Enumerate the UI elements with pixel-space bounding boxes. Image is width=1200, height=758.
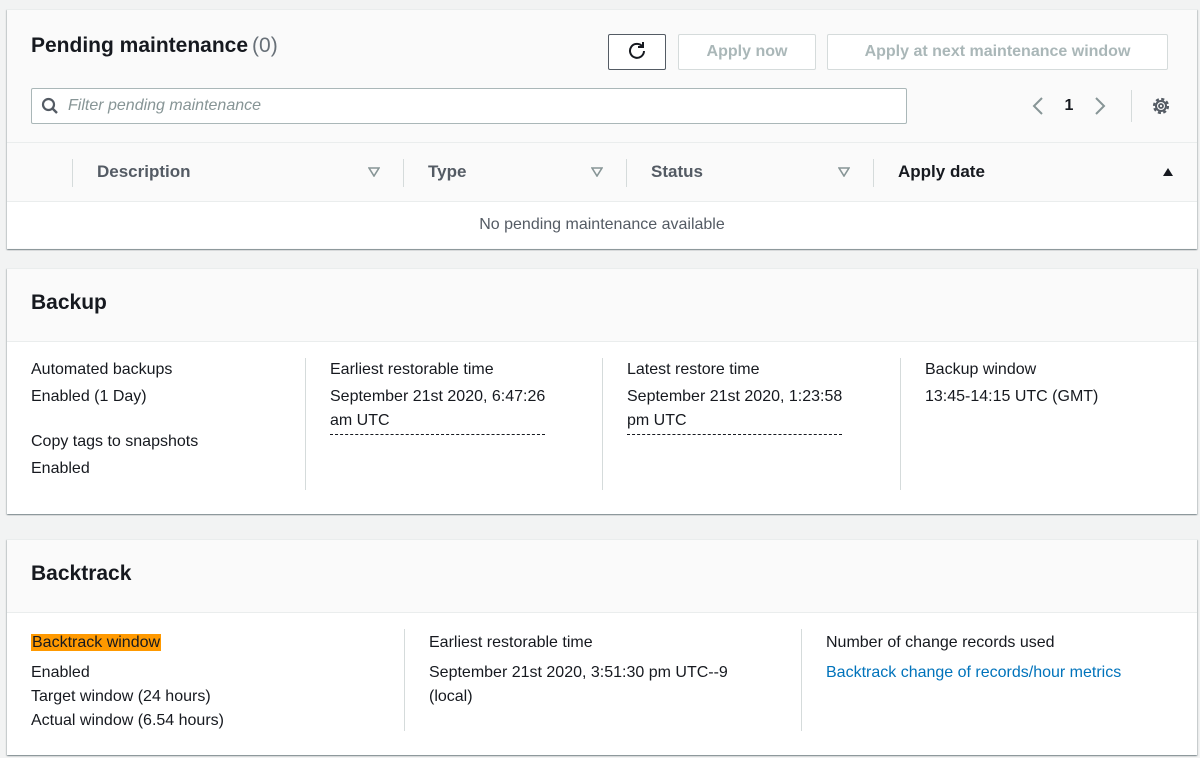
- chevron-left-icon: [1032, 97, 1043, 115]
- column-separator: [404, 629, 405, 731]
- backtrack-earliest-line1: September 21st 2020, 3:51:30 pm UTC--9: [429, 664, 728, 681]
- empty-table-message: No pending maintenance available: [7, 202, 1197, 248]
- backtrack-window-column: Backtrack window Enabled Target window (…: [31, 631, 391, 733]
- table-header: Description Type Status Apply date: [7, 142, 1197, 202]
- backtrack-actual-window: Actual window (6.54 hours): [31, 712, 224, 729]
- change-records-link-wrap: Backtrack change of records/hour metrics: [826, 661, 1186, 685]
- column-separator: [602, 358, 603, 490]
- latest-restore-value: September 21st 2020, 1:23:58 pm UTC: [627, 385, 887, 435]
- column-separator: [72, 159, 73, 187]
- backup-header: Backup: [7, 269, 1197, 342]
- column-header-apply-date[interactable]: Apply date: [898, 143, 985, 201]
- column-separator: [801, 629, 802, 731]
- backup-window-label: Backup window: [925, 361, 1037, 378]
- pending-maintenance-title-text: Pending maintenance: [31, 34, 249, 57]
- previous-page-button[interactable]: [1023, 92, 1053, 120]
- sort-down-icon[interactable]: [589, 163, 605, 181]
- column-separator: [305, 358, 306, 490]
- copy-tags-label: Copy tags to snapshots: [31, 433, 199, 450]
- search-icon: [32, 89, 68, 123]
- backtrack-earliest-line2: (local): [429, 688, 473, 705]
- column-header-status[interactable]: Status: [651, 143, 703, 201]
- column-header-type[interactable]: Type: [428, 143, 466, 201]
- backup-panel: Backup Automated backups Enabled (1 Day)…: [7, 268, 1197, 514]
- backtrack-panel: Backtrack Backtrack window Enabled Targe…: [7, 539, 1197, 755]
- next-page-button[interactable]: [1085, 92, 1115, 120]
- column-separator: [900, 358, 901, 490]
- filter-input[interactable]: [68, 97, 888, 115]
- sort-down-icon[interactable]: [836, 163, 852, 181]
- filter-box: [31, 88, 907, 124]
- pending-maintenance-panel: Pending maintenance (0) Apply now Apply a…: [7, 9, 1197, 249]
- automated-backups-label: Automated backups: [31, 361, 173, 378]
- latest-restore-line2: pm UTC: [627, 412, 687, 429]
- automated-backups-column: Automated backups Enabled (1 Day) Copy t…: [31, 361, 291, 481]
- backtrack-window-label: Backtrack window: [31, 634, 162, 651]
- backtrack-header: Backtrack: [7, 540, 1197, 613]
- copy-tags-value: Enabled: [31, 460, 90, 477]
- current-page[interactable]: 1: [1053, 97, 1085, 115]
- backtrack-window-status: Enabled: [31, 664, 90, 681]
- sort-up-icon[interactable]: [1160, 163, 1176, 181]
- apply-now-button[interactable]: Apply now: [678, 34, 816, 70]
- chevron-right-icon: [1095, 97, 1106, 115]
- column-separator: [626, 159, 627, 187]
- apply-next-window-button[interactable]: Apply at next maintenance window: [827, 34, 1168, 70]
- sort-down-icon[interactable]: [366, 163, 382, 181]
- pending-maintenance-count: (0): [252, 34, 278, 57]
- gear-icon[interactable]: [1149, 94, 1173, 118]
- pending-maintenance-title: Pending maintenance (0): [31, 34, 278, 58]
- backtrack-window-label-wrap: Backtrack window: [31, 631, 391, 655]
- backup-title: Backup: [31, 291, 107, 314]
- refresh-button[interactable]: [608, 34, 666, 70]
- column-header-description[interactable]: Description: [97, 143, 191, 201]
- earliest-restorable-label: Earliest restorable time: [330, 361, 494, 378]
- backup-window-value: 13:45-14:15 UTC (GMT): [925, 388, 1099, 405]
- change-records-column: Number of change records used Backtrack …: [826, 631, 1186, 685]
- column-separator: [873, 159, 874, 187]
- automated-backups-value: Enabled (1 Day): [31, 388, 147, 405]
- latest-restore-column: Latest restore time September 21st 2020,…: [627, 361, 887, 435]
- pager-divider: [1131, 90, 1132, 122]
- earliest-restorable-value: September 21st 2020, 6:47:26 am UTC: [330, 385, 590, 435]
- latest-restore-label: Latest restore time: [627, 361, 760, 378]
- backtrack-target-window: Target window (24 hours): [31, 688, 211, 705]
- change-records-label: Number of change records used: [826, 634, 1055, 651]
- change-records-metrics-link[interactable]: Backtrack change of records/hour metrics: [826, 664, 1121, 681]
- pagination: 1: [1023, 92, 1115, 120]
- backtrack-title: Backtrack: [31, 562, 132, 585]
- earliest-restorable-line1: September 21st 2020, 6:47:26: [330, 388, 546, 405]
- earliest-restorable-column: Earliest restorable time September 21st …: [330, 361, 590, 435]
- refresh-icon: [627, 40, 647, 65]
- column-separator: [403, 159, 404, 187]
- backup-window-column: Backup window 13:45-14:15 UTC (GMT): [925, 361, 1185, 409]
- latest-restore-time[interactable]: September 21st 2020, 1:23:58 pm UTC: [627, 385, 843, 435]
- backtrack-earliest-label: Earliest restorable time: [429, 634, 593, 651]
- latest-restore-line1: September 21st 2020, 1:23:58: [627, 388, 843, 405]
- earliest-restorable-time[interactable]: September 21st 2020, 6:47:26 am UTC: [330, 385, 546, 435]
- earliest-restorable-line2: am UTC: [330, 412, 390, 429]
- backtrack-earliest-column: Earliest restorable time September 21st …: [429, 631, 789, 709]
